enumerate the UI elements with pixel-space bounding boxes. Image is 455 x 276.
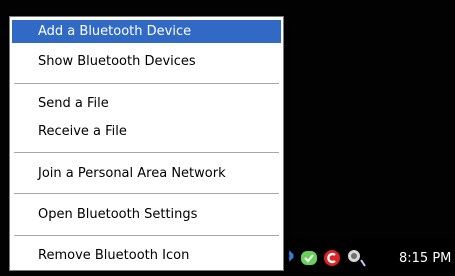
antivirus-c-icon[interactable] xyxy=(323,249,341,267)
menu-item-receive-file[interactable]: Receive a File xyxy=(12,120,281,143)
menu-separator xyxy=(14,235,279,237)
menu-item-show-bluetooth-devices[interactable]: Show Bluetooth Devices xyxy=(12,50,281,73)
menu-item-remove-bluetooth-icon[interactable]: Remove Bluetooth Icon xyxy=(12,244,281,267)
menu-item-send-file[interactable]: Send a File xyxy=(12,92,281,115)
menu-separator xyxy=(14,83,279,85)
tray-clock[interactable]: 8:15 PM xyxy=(399,251,451,267)
menu-item-open-bluetooth-settings[interactable]: Open Bluetooth Settings xyxy=(12,203,281,226)
menu-separator xyxy=(14,152,279,154)
menu-item-join-pan[interactable]: Join a Personal Area Network xyxy=(12,162,281,185)
menu-item-add-bluetooth-device[interactable]: Add a Bluetooth Device xyxy=(12,20,281,43)
volume-icon[interactable] xyxy=(347,248,371,267)
bluetooth-icon[interactable] xyxy=(287,250,295,266)
menu-separator xyxy=(14,193,279,195)
bluetooth-context-menu: Add a Bluetooth Device Show Bluetooth De… xyxy=(9,16,284,271)
shield-check-icon[interactable] xyxy=(300,249,318,267)
